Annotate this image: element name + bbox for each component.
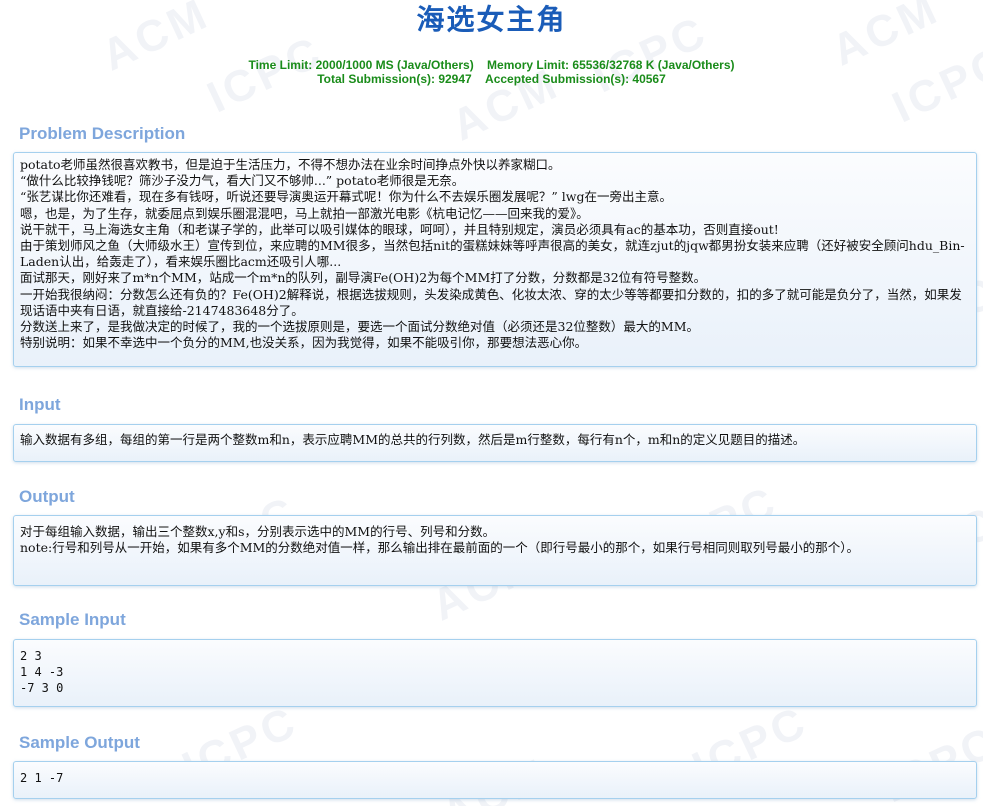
problem-page: ACMICPCACMICPCACMICPCICPCACMICPCICPCICPC… — [0, 0, 983, 806]
description-line: potato老师虽然很喜欢教书，但是迫于生活压力，不得不想办法在业余时间挣点外快… — [20, 157, 561, 172]
output-panel: 对于每组输入数据，输出三个整数x,y和s，分别表示选中的MM的行号、列号和分数。… — [13, 515, 977, 586]
output-heading: Output — [19, 487, 75, 506]
description-line: 嗯，也是，为了生存，就委屈点到娱乐圈混混吧，马上就拍一部激光电影《杭电记忆——回… — [20, 205, 589, 221]
description-line: 说干就干，马上海选女主角（和老谋子学的，此举可以吸引媒体的眼球，呵呵），并且特别… — [20, 221, 779, 237]
input-heading: Input — [19, 395, 61, 414]
sample-output-panel: 2 1 -7 — [13, 761, 977, 799]
description-line: 面试那天，刚好来了m*n个MM，站成一个m*n的队列，副导演Fe(OH)2为每个… — [20, 270, 707, 286]
sample-input-heading: Sample Input — [19, 610, 126, 629]
input-panel: 输入数据有多组，每组的第一行是两个整数m和n，表示应聘MM的总共的行列数，然后是… — [13, 424, 977, 462]
time-limit: Time Limit: 2000/1000 MS (Java/Others) — [248, 58, 474, 72]
description-line: “做什么比较挣钱呢？筛沙子没力气，看大门又不够帅...” potato老师很是无… — [20, 173, 465, 189]
description-line: 分数送上来了，是我做决定的时候了，我的一个选拔原则是，要选一个面试分数绝对值（必… — [20, 319, 700, 335]
description-heading: Problem Description — [19, 124, 186, 143]
output-line: 对于每组输入数据，输出三个整数x,y和s，分别表示选中的MM的行号、列号和分数。 — [20, 524, 496, 539]
description-line: 特别说明：如果不幸选中一个负分的MM,也没关系，因为我觉得，如果不能吸引你，那要… — [20, 335, 588, 351]
description-line: “张艺谋比你还难看，现在多有钱呀，听说还要导演奥运开幕式呢！你为什么不去娱乐圈发… — [20, 189, 672, 205]
sample-output-heading: Sample Output — [19, 733, 140, 752]
description-panel: potato老师虽然很喜欢教书，但是迫于生活压力，不得不想办法在业余时间挣点外快… — [13, 152, 977, 367]
sample-input-panel: 2 3 1 4 -3 -7 3 0 — [13, 639, 977, 707]
total-submissions: Total Submission(s): 92947 — [317, 72, 472, 86]
memory-limit: Memory Limit: 65536/32768 K (Java/Others… — [487, 58, 735, 72]
input-text: 输入数据有多组，每组的第一行是两个整数m和n，表示应聘MM的总共的行列数，然后是… — [20, 432, 806, 447]
description-line: 由于策划师风之鱼（大师级水王）宣传到位，来应聘的MM很多，当然包括nit的蛋糕妹… — [20, 238, 965, 270]
problem-title: 海选女主角 — [416, 3, 567, 36]
accepted-submissions: Accepted Submission(s): 40567 — [485, 72, 666, 86]
description-line: 一开始我很纳闷：分数怎么还有负的？Fe(OH)2解释说，根据选拔规则，头发染成黄… — [20, 286, 962, 318]
output-line: note:行号和列号从一开始，如果有多个MM的分数绝对值一样，那么输出排在最前面… — [20, 540, 860, 556]
problem-limits: Time Limit: 2000/1000 MS (Java/Others) M… — [0, 58, 983, 86]
